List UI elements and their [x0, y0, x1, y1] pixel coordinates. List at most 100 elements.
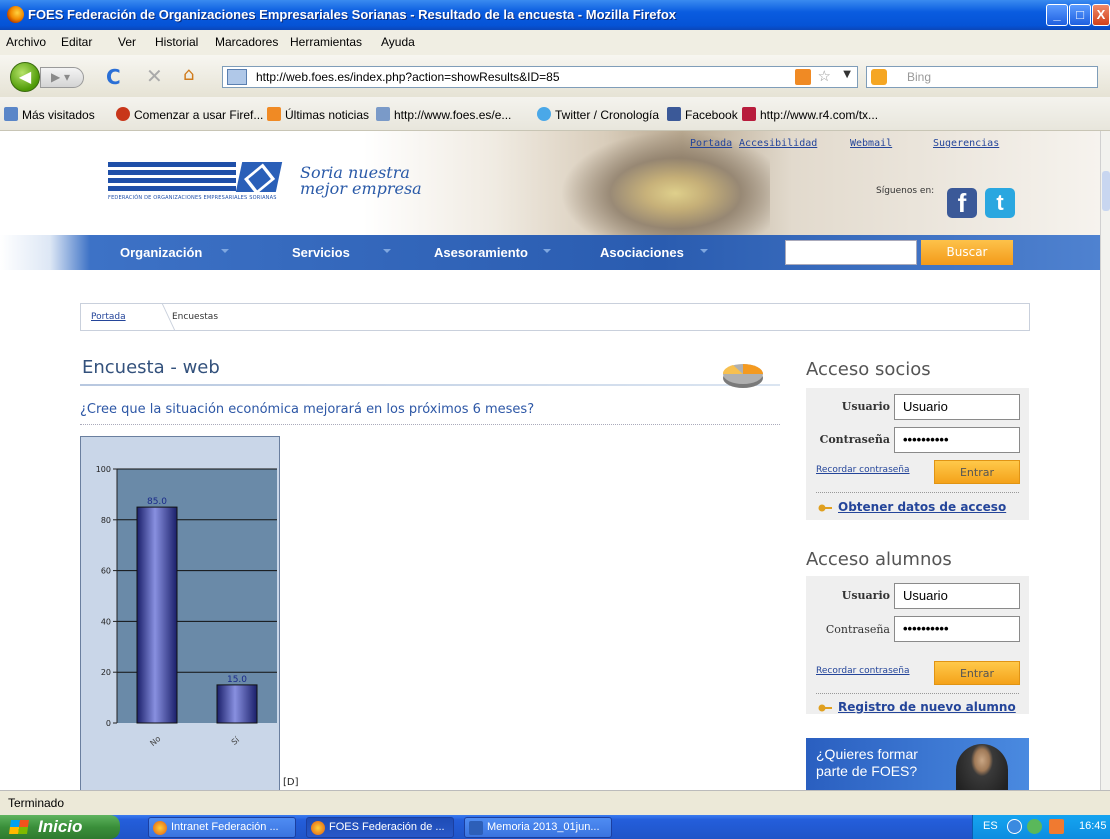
- link-accesibilidad[interactable]: Accesibilidad: [739, 138, 817, 149]
- nav-servicios[interactable]: Servicios: [292, 245, 350, 260]
- reload-icon[interactable]: C: [106, 65, 121, 89]
- clock: 16:45: [1079, 820, 1107, 832]
- search-placeholder[interactable]: Bing: [907, 70, 931, 84]
- bookmark-star-icon[interactable]: ☆: [818, 67, 831, 85]
- bookmark-item[interactable]: http://www.foes.es/e...: [376, 107, 511, 122]
- stop-icon[interactable]: ✕: [146, 64, 163, 88]
- firefox-icon: [7, 6, 24, 23]
- promo-banner[interactable]: ¿Quieres formar parte de FOES?: [806, 738, 1029, 790]
- logo-emblem-icon: [235, 162, 283, 192]
- twitter-icon[interactable]: t: [985, 188, 1015, 218]
- alumnos-submit-button[interactable]: Entrar: [934, 661, 1020, 685]
- status-bar: Terminado: [0, 790, 1110, 815]
- socios-access-link[interactable]: Obtener datos de acceso: [838, 500, 1006, 514]
- url-text[interactable]: http://web.foes.es/index.php?action=show…: [256, 70, 560, 84]
- bar: [216, 684, 258, 724]
- menu-editar[interactable]: Editar: [61, 35, 92, 49]
- site-identity-icon[interactable]: [227, 69, 247, 85]
- facebook-icon[interactable]: f: [947, 188, 977, 218]
- network-icon[interactable]: [1007, 819, 1022, 834]
- taskbar-item[interactable]: Intranet Federación ...: [148, 817, 296, 838]
- taskbar-item[interactable]: Memoria 2013_01jun...: [464, 817, 612, 838]
- bookmark-item[interactable]: Facebook: [667, 107, 738, 122]
- bing-engine-icon[interactable]: [871, 69, 887, 85]
- nav-asesoramiento[interactable]: Asesoramiento: [434, 245, 528, 260]
- follow-label: Síguenos en:: [876, 186, 935, 196]
- nav-asociaciones[interactable]: Asociaciones: [600, 245, 684, 260]
- y-tick-label: 20: [101, 668, 111, 677]
- start-button[interactable]: Inicio: [0, 815, 120, 839]
- socios-remember-link[interactable]: Recordar contraseña: [816, 465, 910, 475]
- site-search-input[interactable]: [785, 240, 917, 265]
- bookmark-item[interactable]: Comenzar a usar Firef...: [116, 107, 263, 122]
- key-icon: [818, 704, 832, 712]
- data-label: 85.0: [147, 497, 167, 507]
- link-portada[interactable]: Portada: [690, 138, 732, 149]
- home-icon[interactable]: ⌂: [183, 64, 194, 85]
- vertical-scrollbar[interactable]: [1100, 131, 1110, 790]
- y-tick-label: 0: [106, 719, 111, 728]
- maximize-button[interactable]: □: [1069, 4, 1091, 26]
- alumnos-title: Acceso alumnos: [806, 549, 952, 570]
- rss-feed-icon[interactable]: [795, 69, 811, 85]
- windows-flag-icon: [9, 820, 29, 834]
- promo-text: ¿Quieres formar parte de FOES?: [816, 746, 918, 779]
- link-sugerencias[interactable]: Sugerencias: [933, 138, 999, 149]
- alumnos-login-panel: Usuario Usuario Contraseña •••••••••• Re…: [806, 576, 1029, 714]
- navigation-toolbar: ▶ ▾ ◀ C ✕ ⌂ http://web.foes.es/index.php…: [0, 55, 1110, 97]
- menu-ayuda[interactable]: Ayuda: [381, 35, 415, 49]
- link-webmail[interactable]: Webmail: [850, 138, 892, 149]
- alumnos-user-input[interactable]: Usuario: [894, 583, 1020, 609]
- bookmark-icon: [742, 107, 756, 121]
- menu-marcadores[interactable]: Marcadores: [215, 35, 278, 49]
- socios-pass-input[interactable]: ••••••••••: [894, 427, 1020, 453]
- logo-subtitle: FEDERACIÓN DE ORGANIZACIONES EMPRESARIAL…: [108, 195, 277, 201]
- menu-archivo[interactable]: Archivo: [6, 35, 46, 49]
- url-dropdown-icon[interactable]: ▼: [843, 69, 851, 80]
- bookmark-item[interactable]: Más visitados: [4, 107, 95, 122]
- menu-herramientas[interactable]: Herramientas: [290, 35, 362, 49]
- tray-app-icon[interactable]: [1027, 819, 1042, 834]
- socios-user-input[interactable]: Usuario: [894, 394, 1020, 420]
- document-icon: [469, 821, 483, 835]
- socios-user-label: Usuario: [841, 400, 890, 413]
- x-tick-label: Sí: [230, 735, 242, 747]
- bookmark-item[interactable]: Últimas noticias: [267, 107, 369, 122]
- search-bar[interactable]: Bing: [866, 66, 1098, 88]
- taskbar-item-active[interactable]: FOES Federación de ...: [306, 817, 454, 838]
- menu-ver[interactable]: Ver: [118, 35, 136, 49]
- question-divider: [80, 424, 780, 425]
- nav-organizacion[interactable]: Organización: [120, 245, 202, 260]
- y-tick-label: 100: [96, 465, 111, 474]
- forward-button[interactable]: ▶ ▾: [40, 67, 84, 88]
- language-indicator[interactable]: ES: [983, 820, 998, 832]
- scrollbar-thumb[interactable]: [1102, 171, 1110, 211]
- tray-app-icon[interactable]: [1049, 819, 1064, 834]
- foes-logo[interactable]: FEDERACIÓN DE ORGANIZACIONES EMPRESARIAL…: [108, 162, 283, 204]
- close-button[interactable]: X: [1092, 4, 1110, 26]
- page-viewport: FEDERACIÓN DE ORGANIZACIONES EMPRESARIAL…: [0, 131, 1100, 790]
- twitter-icon: [537, 107, 551, 121]
- alumnos-pass-input[interactable]: ••••••••••: [894, 616, 1020, 642]
- chevron-down-icon: [221, 249, 229, 253]
- socios-login-panel: Usuario Usuario Contraseña •••••••••• Re…: [806, 388, 1029, 520]
- back-button[interactable]: ◀: [10, 62, 40, 92]
- facebook-icon: [667, 107, 681, 121]
- url-bar[interactable]: http://web.foes.es/index.php?action=show…: [222, 66, 858, 88]
- data-label: 15.0: [227, 675, 247, 685]
- menu-historial[interactable]: Historial: [155, 35, 198, 49]
- minimize-button[interactable]: _: [1046, 4, 1068, 26]
- bar: [136, 506, 178, 724]
- breadcrumb-home[interactable]: Portada: [91, 312, 126, 322]
- socios-submit-button[interactable]: Entrar: [934, 460, 1020, 484]
- bookmark-item[interactable]: Twitter / Cronología: [537, 107, 659, 122]
- survey-question: ¿Cree que la situación económica mejorar…: [80, 402, 535, 417]
- menu-bar: Archivo Editar Ver Historial Marcadores …: [0, 30, 1110, 55]
- chevron-down-icon: [700, 249, 708, 253]
- bookmark-item[interactable]: http://www.r4.com/tx...: [742, 107, 878, 122]
- alumnos-register-link[interactable]: Registro de nuevo alumno: [838, 700, 1016, 714]
- search-button[interactable]: Buscar: [921, 240, 1013, 265]
- panel-divider: [816, 492, 1019, 493]
- results-chart: 0 20 40 60 80 100 85.0 No 15.0 Sí: [80, 436, 280, 790]
- alumnos-remember-link[interactable]: Recordar contraseña: [816, 666, 910, 676]
